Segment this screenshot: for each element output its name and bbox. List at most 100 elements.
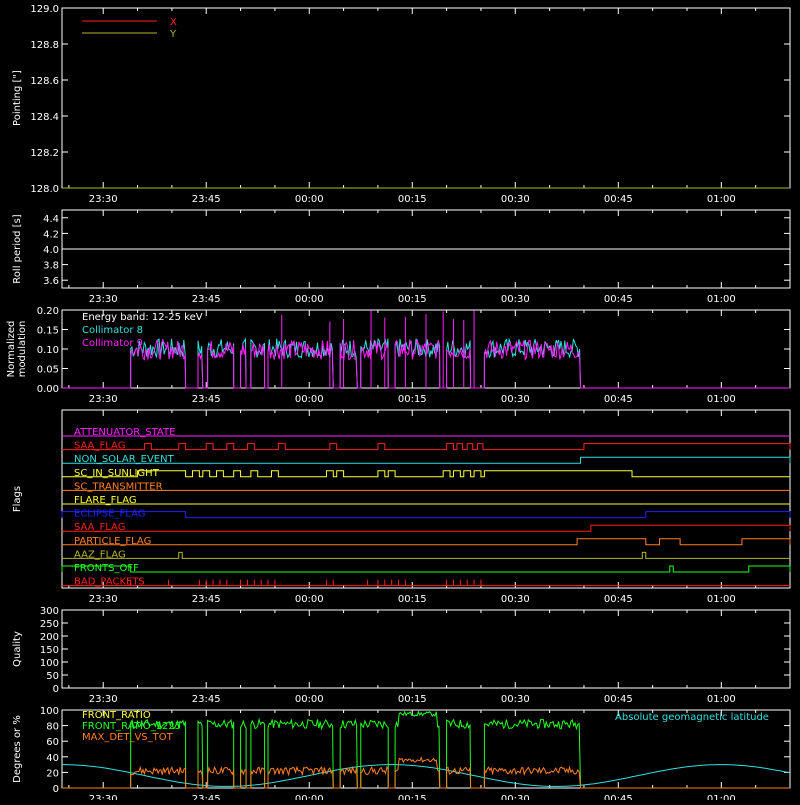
- flag-sc-in-sunlight-line: [62, 470, 790, 478]
- pointing-xtick-label: 00:15: [398, 194, 427, 205]
- roll-ytick-label: 4.2: [43, 229, 59, 240]
- quality-ytick-label: 200: [40, 632, 59, 643]
- quality-xtick-label: 23:45: [192, 694, 221, 705]
- roll-xtick-label: 23:30: [89, 294, 118, 305]
- flag-aaz-flag-line: [62, 551, 790, 559]
- ratios-ytick-label: 80: [46, 722, 59, 733]
- roll-ytick-label: 3.8: [43, 261, 59, 272]
- ratios-xtick-label: 00:30: [501, 794, 530, 800]
- roll-ytick-label: 4.0: [43, 245, 59, 256]
- pointing-ytick-label: 128.8: [30, 40, 59, 51]
- roll-xtick-label: 23:45: [192, 294, 221, 305]
- ratios-ylabel: Degrees or %: [12, 715, 23, 783]
- ratios-xtick-label: 23:30: [89, 794, 118, 800]
- flags-xtick-label: 00:30: [501, 594, 530, 605]
- modulation-xtick-label: 23:45: [192, 394, 221, 405]
- roll-xtick-label: 00:30: [501, 294, 530, 305]
- quality-ylabel: Quality: [12, 631, 23, 667]
- figure: 23:30 23:45 00:00 00:15 00:30 00:45 01:00 128.0…: [0, 0, 800, 805]
- ratios-ytick-label: 20: [46, 768, 59, 779]
- figure-canvas: 23:30 23:45 00:00 00:15 00:30 00:45 01:00 128.0…: [6, 4, 791, 805]
- roll-xtick-label: 00:15: [398, 294, 427, 305]
- roll-ytick-label: 4.4: [43, 214, 59, 225]
- flags-xtick-label: 01:00: [707, 594, 736, 605]
- modulation-ylabel: modulation: [17, 321, 28, 378]
- quality-xtick-label: 00:45: [604, 694, 633, 705]
- quality-xtick-label: 23:30: [89, 694, 118, 705]
- roll-xtick-label: 00:45: [604, 294, 633, 305]
- ratios-xtick-label: 00:45: [604, 794, 633, 800]
- modulation-ytick-label: 0.05: [37, 365, 59, 376]
- flag-fronts-off-label: FRONTS_OFF: [74, 563, 139, 574]
- pointing-ytick-label: 128.6: [30, 76, 59, 87]
- ratios-legend-max-det-vs-tot: MAX_DET_VS_TOT: [82, 732, 174, 743]
- flags-panel: 23:30 23:45 00:00 00:15 00:30 00:45 01:00 Flags…: [12, 409, 791, 605]
- ratios-xtick-label: 01:00: [707, 794, 736, 800]
- roll-xtick-label: 01:00: [707, 294, 736, 305]
- ratios-legend-front-ratio: FRONT_RATIO: [82, 710, 151, 721]
- modulation-ytick-label: 0.00: [37, 384, 59, 395]
- flags-ylabel: Flags: [12, 486, 23, 512]
- flag-particle-flag-line: [62, 538, 791, 546]
- modulation-ytick-label: 0.10: [37, 345, 59, 356]
- modulation-legend-collimator-8: Collimator 8: [82, 325, 143, 336]
- flags-xtick-label: 00:00: [295, 594, 324, 605]
- flag-eclipse-flag-label: ECLIPSE_FLAG: [74, 509, 145, 520]
- quality-xtick-label: 00:30: [501, 694, 530, 705]
- flag-eclipse-flag-line: [61, 511, 791, 519]
- pointing-legend-x-label: X: [170, 17, 177, 28]
- pointing-xtick-label: 23:45: [192, 194, 221, 205]
- modulation-xtick-label: 00:45: [604, 394, 633, 405]
- modulation-panel: 23:30 23:45 00:00 00:15 00:30 00:45 01:00 0.00 0…: [6, 306, 791, 405]
- pointing-ytick-label: 129.0: [30, 4, 59, 15]
- quality-xtick-label: 00:00: [295, 694, 324, 705]
- pointing-ylabel: Pointing ["]: [12, 70, 23, 126]
- roll-ylabel: Roll period [s]: [12, 214, 23, 283]
- flags-xtick-label: 23:45: [192, 594, 221, 605]
- ratios-xtick-label: 00:15: [398, 794, 427, 800]
- flags-xtick-label: 23:30: [89, 594, 118, 605]
- ratios-legend-front-ratio-1225: FRONT_RATIO_1225: [82, 721, 181, 732]
- quality-panel: 23:30 23:45 00:00 00:15 00:30 00:45 01:00 0 50 10…: [12, 606, 791, 705]
- modulation-xtick-label: 01:00: [707, 394, 736, 405]
- pointing-ytick-label: 128.0: [30, 184, 59, 195]
- modulation-xtick-label: 00:00: [295, 394, 324, 405]
- ratios-ytick-label: 0: [53, 784, 59, 795]
- modulation-legend-collimator-9: Collimator 9: [82, 338, 143, 349]
- modulation-ylabel: Normalized: [6, 321, 17, 378]
- pointing-panel: 23:30 23:45 00:00 00:15 00:30 00:45 01:00 128.0…: [12, 4, 791, 205]
- flag-saa-flag-line: [62, 524, 791, 532]
- quality-ytick-label: 150: [40, 645, 59, 656]
- quality-ytick-label: 50: [46, 671, 59, 682]
- ratios-ytick-label: 100: [40, 706, 59, 717]
- pointing-xtick-label: 23:30: [89, 194, 118, 205]
- pointing-xtick-label: 01:00: [707, 194, 736, 205]
- pointing-ytick-label: 128.2: [30, 148, 59, 159]
- quality-xtick-label: 00:15: [398, 694, 427, 705]
- modulation-xtick-label: 23:30: [89, 394, 118, 405]
- pointing-xtick-label: 00:30: [501, 194, 530, 205]
- pointing-legend-y-label: Y: [169, 29, 177, 40]
- flag-saa-flag-line: [62, 443, 791, 451]
- modulation-annotation: Energy band: 12-25 keV: [82, 312, 203, 323]
- ratios-ytick-label: 60: [46, 737, 59, 748]
- flag-fronts-off-line: [61, 565, 791, 573]
- quality-ytick-label: 0: [53, 684, 59, 695]
- roll-ytick-label: 3.6: [43, 276, 59, 287]
- ratios-xtick-label: 00:00: [295, 794, 324, 800]
- roll-xtick-label: 00:00: [295, 294, 324, 305]
- quality-ytick-label: 100: [40, 658, 59, 669]
- flags-xtick-label: 00:15: [398, 594, 427, 605]
- quality-ytick-label: 250: [40, 619, 59, 630]
- ratios-xtick-label: 23:45: [192, 794, 221, 800]
- modulation-ytick-label: 0.15: [37, 326, 59, 337]
- pointing-xtick-label: 00:00: [295, 194, 324, 205]
- flags-xtick-label: 00:45: [604, 594, 633, 605]
- ratios-panel: 23:30 23:45 00:00 00:15 00:30 00:45 01:00 0 20 40…: [12, 706, 791, 805]
- modulation-ytick-label: 0.20: [37, 306, 59, 317]
- pointing-xtick-label: 00:45: [604, 194, 633, 205]
- ratios-ytick-label: 40: [46, 753, 59, 764]
- modulation-xtick-label: 00:15: [398, 394, 427, 405]
- ratios-series-orange: [62, 756, 790, 789]
- modulation-xtick-label: 00:30: [501, 394, 530, 405]
